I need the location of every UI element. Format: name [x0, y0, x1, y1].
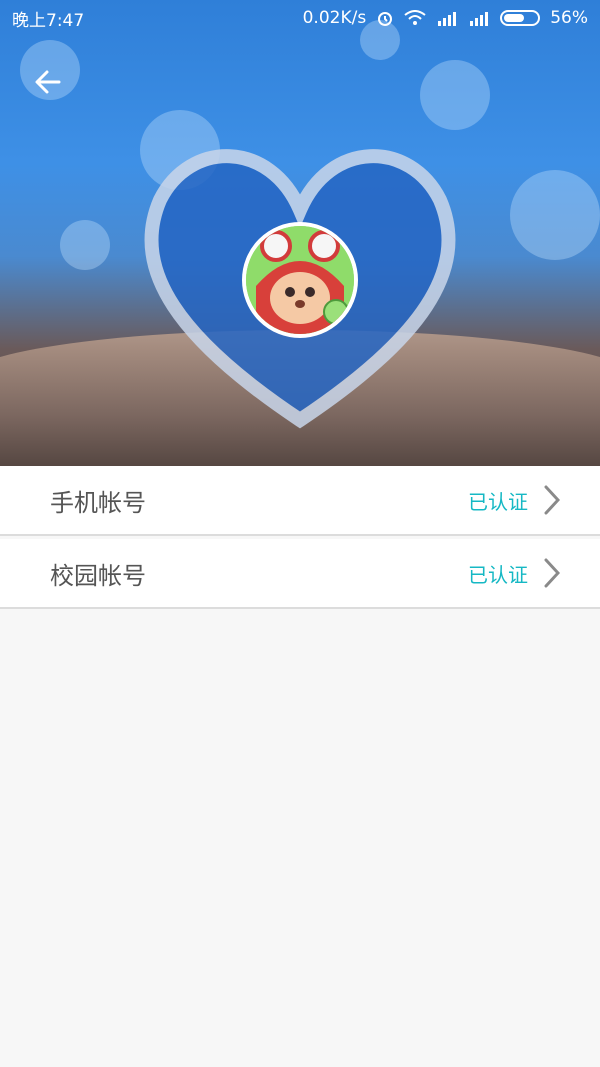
bokeh-light — [510, 170, 600, 260]
arrow-left-icon — [35, 70, 61, 94]
chevron-right-icon — [544, 485, 560, 515]
bokeh-light — [60, 220, 110, 270]
status-bar: 晚上7:47 0.02K/s 56% — [0, 0, 600, 36]
battery-level: 56% — [550, 8, 588, 28]
cartoon-avatar-image — [246, 226, 354, 334]
status-time: 晚上7:47 — [12, 10, 85, 31]
account-row-right: 已认证 — [468, 485, 560, 515]
account-row-phone[interactable]: 手机帐号 已认证 — [0, 466, 600, 536]
status-indicators: 0.02K/s 56% — [303, 8, 588, 28]
account-list: 手机帐号 已认证 校园帐号 已认证 — [0, 466, 600, 612]
chevron-right-icon — [544, 558, 560, 588]
signal-icon — [438, 12, 457, 26]
avatar[interactable] — [242, 222, 358, 338]
signal-icon — [470, 12, 489, 26]
back-button[interactable] — [26, 60, 70, 104]
account-row-campus[interactable]: 校园帐号 已认证 — [0, 539, 600, 609]
network-speed: 0.02K/s — [302, 8, 367, 28]
wifi-icon — [404, 10, 426, 25]
alarm-icon — [378, 12, 393, 26]
account-row-right: 已认证 — [468, 558, 560, 588]
verified-status: 已认证 — [468, 489, 528, 514]
account-label: 校园帐号 — [50, 561, 146, 590]
battery-icon — [500, 10, 541, 26]
account-label: 手机帐号 — [50, 488, 146, 517]
verified-status: 已认证 — [468, 562, 528, 587]
